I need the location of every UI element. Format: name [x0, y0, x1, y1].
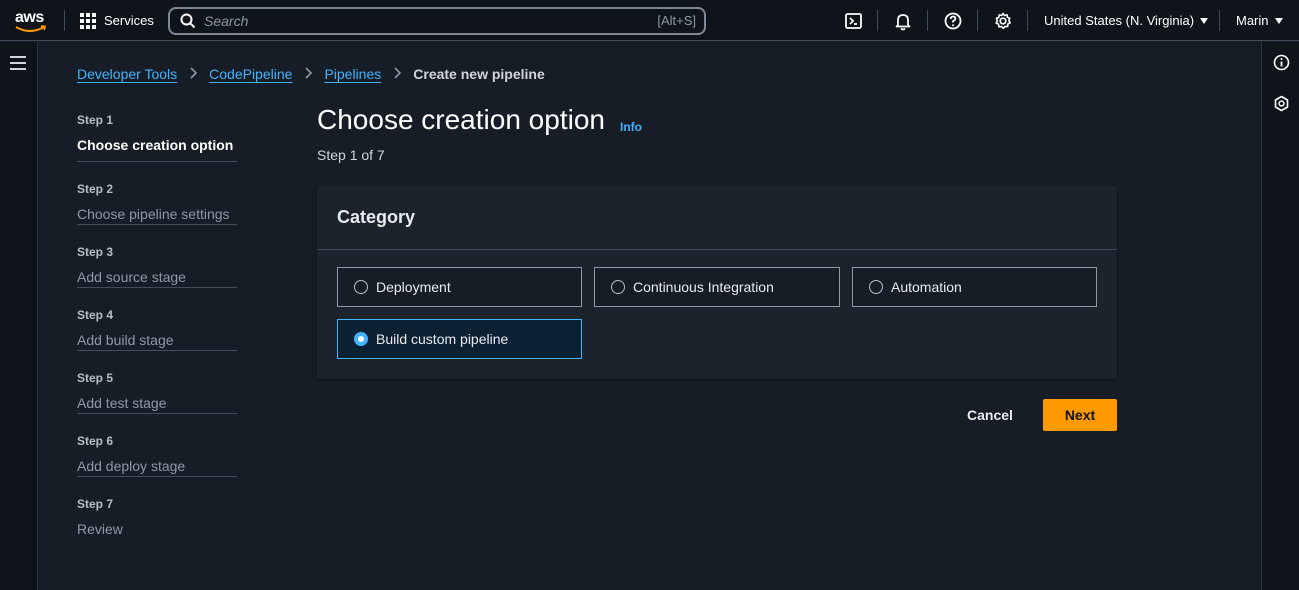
menu-icon[interactable]: [10, 56, 26, 70]
nav-divider: [927, 10, 928, 31]
nav-divider: [1027, 10, 1028, 31]
step-number: Step 2: [77, 182, 114, 196]
option-label: Build custom pipeline: [376, 331, 509, 347]
info-link[interactable]: Info: [620, 120, 642, 134]
chevron-right-icon: [304, 66, 313, 82]
step-title: Add deploy stage: [77, 458, 186, 474]
services-label: Services: [104, 13, 154, 28]
gear-icon[interactable]: [993, 11, 1013, 31]
breadcrumb-current: Create new pipeline: [413, 66, 545, 82]
radio-button[interactable]: [869, 280, 883, 294]
radio-button[interactable]: [611, 280, 625, 294]
step-title: Add test stage: [77, 395, 167, 411]
step-number: Step 7: [77, 497, 114, 511]
breadcrumb: Developer Tools CodePipeline Pipelines C…: [77, 64, 545, 84]
search-icon: [180, 13, 196, 29]
page-title: Choose creation option: [317, 104, 605, 135]
step-number: Step 1: [77, 113, 114, 127]
caret-down-icon: [1274, 17, 1283, 24]
search-shortcut-hint: [Alt+S]: [657, 13, 696, 28]
assistant-icon[interactable]: [1273, 95, 1290, 112]
wizard-step-1: Step 1 Choose creation option: [77, 112, 237, 162]
breadcrumb-codepipeline[interactable]: CodePipeline: [209, 66, 292, 82]
info-icon[interactable]: [1273, 54, 1290, 71]
step-counter: Step 1 of 7: [317, 147, 385, 163]
step-number: Step 6: [77, 434, 114, 448]
chevron-right-icon: [189, 66, 198, 82]
nav-divider: [877, 10, 878, 31]
step-title: Add build stage: [77, 332, 174, 348]
step-number: Step 5: [77, 371, 114, 385]
wizard-step-6: Step 6 Add deploy stage: [77, 414, 237, 477]
category-card: Category Deployment Continuous Integrati…: [317, 186, 1117, 379]
card-header: Category: [317, 186, 1117, 250]
wizard-step-7: Step 7 Review: [77, 477, 237, 540]
grid-icon: [80, 12, 96, 29]
wizard-step-4: Step 4 Add build stage: [77, 288, 237, 351]
caret-down-icon: [1200, 17, 1209, 24]
cancel-button[interactable]: Cancel: [951, 399, 1029, 431]
breadcrumb-pipelines[interactable]: Pipelines: [324, 66, 381, 82]
breadcrumb-developer-tools[interactable]: Developer Tools: [77, 66, 177, 82]
step-number: Step 3: [77, 245, 114, 259]
option-deployment[interactable]: Deployment: [337, 267, 582, 307]
aws-logo[interactable]: aws: [14, 8, 48, 34]
next-button[interactable]: Next: [1043, 399, 1117, 431]
nav-divider: [1219, 10, 1220, 31]
card-heading: Category: [337, 207, 416, 227]
option-label: Deployment: [376, 279, 451, 295]
user-label: Marin: [1236, 13, 1269, 28]
cloudshell-icon[interactable]: [844, 11, 864, 31]
option-automation[interactable]: Automation: [852, 267, 1097, 307]
search-input[interactable]: [204, 11, 624, 31]
aws-smile-icon: [15, 25, 47, 32]
radio-button[interactable]: [354, 280, 368, 294]
step-title: Choose creation option: [77, 137, 234, 153]
left-rail: [0, 42, 38, 590]
nav-divider: [64, 10, 65, 31]
help-icon[interactable]: [943, 11, 963, 31]
wizard-step-5: Step 5 Add test stage: [77, 351, 237, 414]
step-number: Step 4: [77, 308, 114, 322]
step-title: Review: [77, 521, 123, 537]
option-build-custom-pipeline[interactable]: Build custom pipeline: [337, 319, 582, 359]
right-rail: [1261, 42, 1299, 590]
option-label: Continuous Integration: [633, 279, 774, 295]
step-title: Add source stage: [77, 269, 186, 285]
nav-divider: [977, 10, 978, 31]
radio-button-selected[interactable]: [354, 332, 368, 346]
search-box[interactable]: [Alt+S]: [168, 7, 706, 35]
wizard-steps: Step 1 Choose creation option Step 2 Cho…: [77, 112, 237, 540]
option-label: Automation: [891, 279, 962, 295]
bell-icon[interactable]: [893, 11, 913, 31]
wizard-step-3: Step 3 Add source stage: [77, 225, 237, 288]
step-title: Choose pipeline settings: [77, 206, 230, 222]
region-selector[interactable]: United States (N. Virginia): [1044, 0, 1209, 41]
services-menu-button[interactable]: Services: [80, 0, 154, 41]
option-continuous-integration[interactable]: Continuous Integration: [594, 267, 840, 307]
wizard-step-2: Step 2 Choose pipeline settings: [77, 162, 237, 225]
region-label: United States (N. Virginia): [1044, 13, 1195, 28]
chevron-right-icon: [393, 66, 402, 82]
account-menu[interactable]: Marin: [1236, 0, 1283, 41]
top-navigation: aws Services [Alt+S]: [0, 0, 1299, 41]
